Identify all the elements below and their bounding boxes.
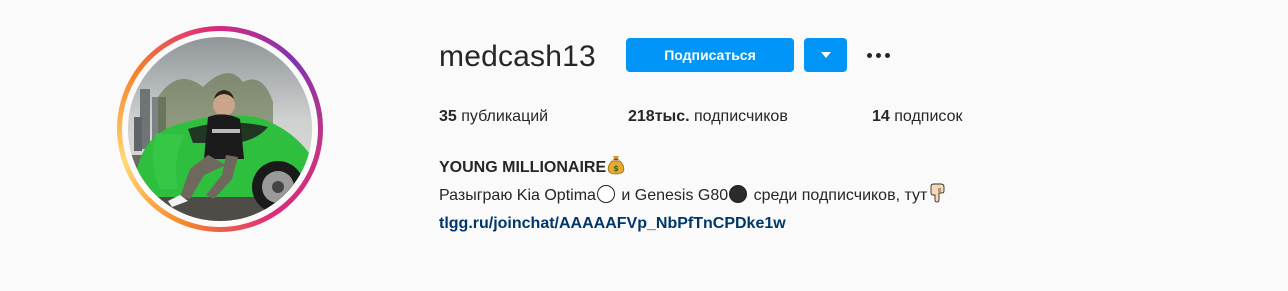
posts-count: 35 (439, 108, 457, 125)
bio-external-link[interactable]: tlgg.ru/joinchat/AAAAAFVp_NbPfTnCPDke1w (439, 215, 786, 232)
white-circle-icon (596, 185, 615, 203)
followers-label: подписчиков (694, 108, 788, 125)
profile-header: medcash13 Подписаться 35 публикаций 218т… (0, 0, 1288, 291)
avatar-image (128, 37, 312, 221)
more-options-button[interactable] (862, 44, 894, 66)
more-options-icon-dot (884, 52, 890, 58)
more-options-icon (866, 52, 872, 58)
bio-description: Разыграю Kia Optima и Genesis G80 среди … (439, 182, 946, 210)
posts-stat: 35 публикаций (439, 106, 548, 128)
money-bag-icon: $ (607, 156, 625, 175)
backhand-index-pointing-down-icon (930, 183, 945, 203)
bio-full-name: YOUNG MILLIONAIRE (439, 159, 607, 176)
black-circle-icon (729, 185, 748, 203)
bio-name-line: YOUNG MILLIONAIRE $ (439, 154, 946, 182)
bio-text-part3: среди подписчиков, тут (753, 187, 928, 204)
avatar[interactable] (128, 37, 312, 221)
story-ring[interactable] (117, 26, 323, 232)
followers-count: 218тыс. (628, 108, 690, 125)
profile-username: medcash13 (439, 40, 596, 73)
chevron-down-icon (820, 52, 831, 58)
bio-text-part2: и Genesis G80 (621, 187, 729, 204)
suggestions-dropdown-button[interactable] (804, 38, 847, 72)
posts-label: публикаций (461, 108, 549, 125)
more-options-icon-dot (875, 52, 881, 58)
profile-bio: YOUNG MILLIONAIRE $ Разыграю Kia Optima … (439, 154, 946, 238)
svg-text:$: $ (613, 164, 619, 173)
avatar-frame (122, 31, 318, 227)
following-stat[interactable]: 14 подписок (872, 106, 962, 128)
following-count: 14 (872, 108, 890, 125)
followers-stat[interactable]: 218тыс. подписчиков (628, 106, 788, 128)
following-label: подписок (894, 108, 963, 125)
bio-link-line: tlgg.ru/joinchat/AAAAAFVp_NbPfTnCPDke1w (439, 210, 946, 238)
bio-text-part1: Разыграю Kia Optima (439, 187, 596, 204)
follow-button[interactable]: Подписаться (626, 38, 794, 72)
